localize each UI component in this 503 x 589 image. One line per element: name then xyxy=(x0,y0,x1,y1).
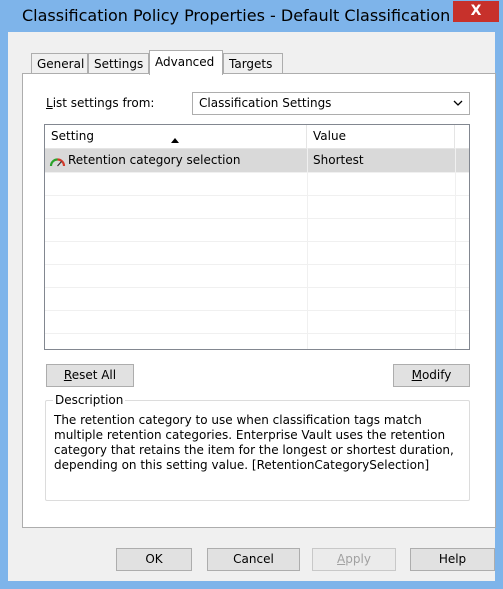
row-setting-name: Retention category selection xyxy=(68,153,241,167)
list-settings-selected: Classification Settings xyxy=(199,96,332,110)
settings-list[interactable]: Setting Value Retention category selecti… xyxy=(44,124,470,350)
close-button[interactable]: X xyxy=(453,1,499,22)
row-setting-value: Shortest xyxy=(313,153,364,167)
grid-line xyxy=(45,333,469,334)
column-header-value[interactable]: Value xyxy=(307,125,455,148)
modify-label: odify xyxy=(421,368,452,382)
reset-label: eset All xyxy=(71,368,117,382)
reset-mnemonic: R xyxy=(63,368,72,382)
column-divider xyxy=(307,148,308,349)
grid-line xyxy=(45,310,469,311)
description-label: Description xyxy=(53,393,126,407)
window-title: Classification Policy Properties - Defau… xyxy=(22,6,462,25)
list-settings-label-text: ist settings from: xyxy=(52,96,155,110)
tab-general[interactable]: General xyxy=(31,53,88,73)
column-setting-label: Setting xyxy=(51,129,94,143)
grid-line xyxy=(45,172,469,173)
tab-settings[interactable]: Settings xyxy=(88,53,149,73)
description-text: The retention category to use when class… xyxy=(54,413,454,472)
cancel-button[interactable]: Cancel xyxy=(207,548,300,571)
grid-line xyxy=(45,264,469,265)
apply-label: pply xyxy=(345,552,371,566)
tab-advanced[interactable]: Advanced xyxy=(149,50,223,75)
grid-line xyxy=(45,218,469,219)
gauge-icon xyxy=(49,149,67,172)
ok-button[interactable]: OK xyxy=(116,548,192,571)
column-divider xyxy=(455,148,456,349)
grid-line xyxy=(45,195,469,196)
column-header-setting[interactable]: Setting xyxy=(45,125,307,148)
column-value-label: Value xyxy=(313,129,346,143)
list-settings-dropdown[interactable]: Classification Settings xyxy=(192,92,470,115)
list-item[interactable]: Retention category selection Shortest xyxy=(45,149,469,172)
dialog-window: Classification Policy Properties - Defau… xyxy=(0,0,503,589)
grid-line xyxy=(45,287,469,288)
list-settings-mnemonic: L xyxy=(46,96,53,110)
tab-targets[interactable]: Targets xyxy=(223,53,283,73)
modify-button[interactable]: Modify xyxy=(393,364,470,387)
list-settings-label: List settings from: xyxy=(46,96,154,110)
modify-mnemonic: M xyxy=(411,368,422,382)
grid-line xyxy=(45,241,469,242)
list-header: Setting Value xyxy=(45,125,469,149)
title-bar[interactable]: Classification Policy Properties - Defau… xyxy=(0,0,503,32)
chevron-down-icon xyxy=(453,93,463,114)
apply-button[interactable]: Apply xyxy=(312,548,396,571)
reset-all-button[interactable]: Reset All xyxy=(46,364,134,387)
help-button[interactable]: Help xyxy=(410,548,495,571)
